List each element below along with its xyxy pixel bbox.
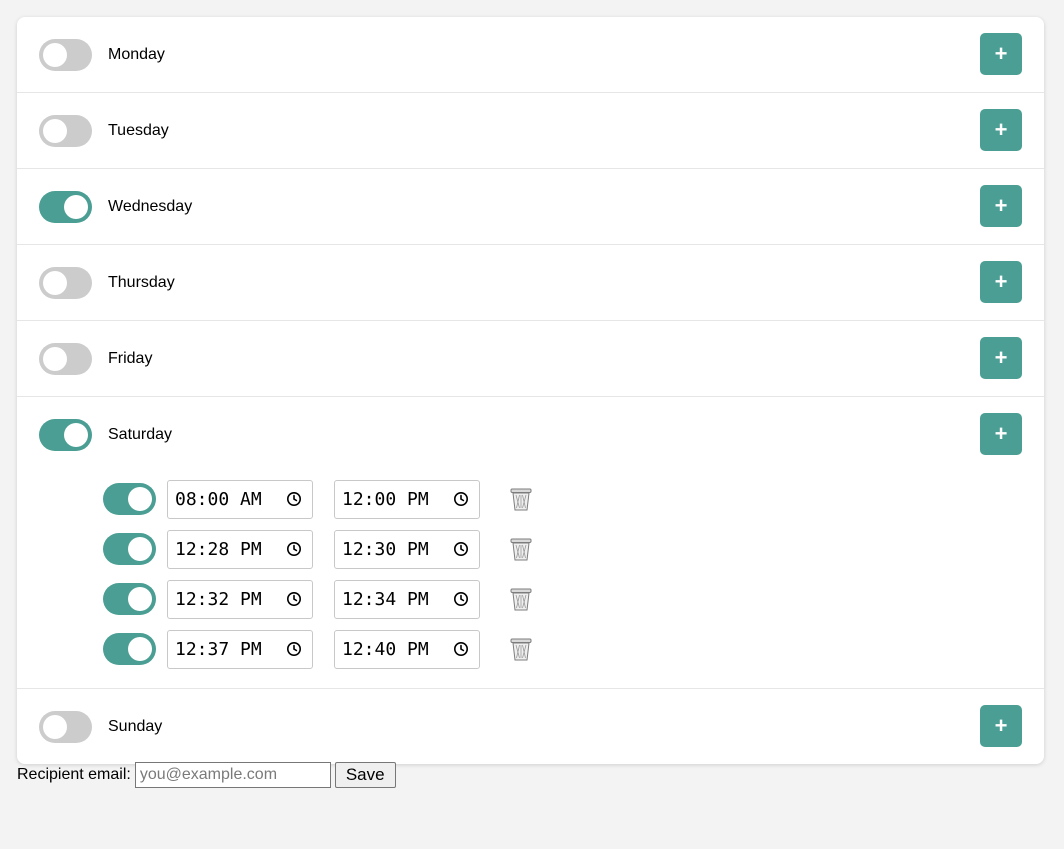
day-toggle-saturday[interactable]	[39, 418, 92, 451]
start-time-value: 12:37 PM	[175, 638, 262, 660]
slot-toggle[interactable]	[103, 633, 156, 665]
end-time-input[interactable]: 12:40 PM	[334, 629, 480, 669]
day-header: Saturday +	[17, 397, 1044, 472]
day-label: Tuesday	[108, 121, 169, 139]
clock-icon[interactable]	[286, 491, 302, 507]
day-toggle-monday[interactable]	[39, 38, 92, 71]
day-sunday: Sunday +	[17, 689, 1044, 764]
end-time-input[interactable]: 12:30 PM	[334, 529, 480, 569]
add-slot-button-tuesday[interactable]: +	[980, 109, 1022, 151]
schedule-card: Monday + Tuesday + Wednesday + Thursday …	[17, 17, 1044, 764]
day-toggle-tuesday[interactable]	[39, 114, 92, 147]
start-time-value: 12:28 PM	[175, 538, 262, 560]
email-input[interactable]	[134, 762, 331, 788]
start-time-input[interactable]: 12:37 PM	[167, 629, 313, 669]
day-label: Friday	[108, 349, 153, 367]
day-label: Wednesday	[108, 197, 193, 215]
day-label: Thursday	[108, 273, 175, 291]
time-slot-list: 08:00 AM 12:00 PM 12:28 PM 12:30 PM 12:3…	[17, 472, 1044, 688]
end-time-input[interactable]: 12:34 PM	[334, 579, 480, 619]
trash-icon[interactable]	[508, 636, 534, 662]
day-friday: Friday +	[17, 321, 1044, 397]
day-thursday: Thursday +	[17, 245, 1044, 321]
toggle-knob	[43, 714, 67, 739]
toggle-knob	[43, 346, 67, 371]
toggle-knob	[64, 194, 88, 219]
add-slot-button-sunday[interactable]: +	[980, 705, 1022, 747]
day-monday: Monday +	[17, 17, 1044, 93]
toggle-knob	[128, 537, 152, 561]
day-wednesday: Wednesday +	[17, 169, 1044, 245]
add-slot-button-thursday[interactable]: +	[980, 261, 1022, 303]
start-time-input[interactable]: 08:00 AM	[167, 479, 313, 519]
day-tuesday: Tuesday +	[17, 93, 1044, 169]
slot-toggle[interactable]	[103, 483, 156, 515]
day-saturday: Saturday + 08:00 AM 12:00 PM 12:28 PM 12…	[17, 397, 1044, 689]
toggle-knob	[128, 637, 152, 661]
slot-toggle[interactable]	[103, 583, 156, 615]
clock-icon[interactable]	[453, 641, 469, 657]
trash-icon[interactable]	[508, 486, 534, 512]
day-toggle-thursday[interactable]	[39, 266, 92, 299]
end-time-input[interactable]: 12:00 PM	[334, 479, 480, 519]
day-label: Saturday	[108, 425, 173, 443]
toggle-knob	[64, 422, 88, 447]
time-slot: 12:32 PM 12:34 PM	[17, 574, 1044, 624]
day-toggle-sunday[interactable]	[39, 710, 92, 743]
start-time-value: 12:32 PM	[175, 588, 262, 610]
add-slot-button-wednesday[interactable]: +	[980, 185, 1022, 227]
toggle-knob	[43, 118, 67, 143]
email-label: Recipient email:	[17, 766, 131, 783]
end-time-value: 12:30 PM	[342, 538, 429, 560]
clock-icon[interactable]	[453, 591, 469, 607]
start-time-value: 08:00 AM	[175, 488, 262, 510]
clock-icon[interactable]	[286, 541, 302, 557]
toggle-knob	[128, 487, 152, 511]
email-form: Recipient email: Save	[17, 762, 396, 788]
trash-icon[interactable]	[508, 536, 534, 562]
clock-icon[interactable]	[286, 591, 302, 607]
day-label: Sunday	[108, 717, 163, 735]
end-time-value: 12:40 PM	[342, 638, 429, 660]
end-time-value: 12:00 PM	[342, 488, 429, 510]
toggle-knob	[43, 270, 67, 295]
start-time-input[interactable]: 12:32 PM	[167, 579, 313, 619]
end-time-value: 12:34 PM	[342, 588, 429, 610]
day-header: Thursday +	[17, 245, 1044, 320]
toggle-knob	[128, 587, 152, 611]
day-label: Monday	[108, 45, 165, 63]
start-time-input[interactable]: 12:28 PM	[167, 529, 313, 569]
clock-icon[interactable]	[453, 491, 469, 507]
add-slot-button-friday[interactable]: +	[980, 337, 1022, 379]
day-header: Sunday +	[17, 689, 1044, 764]
day-header: Friday +	[17, 321, 1044, 396]
time-slot: 12:28 PM 12:30 PM	[17, 524, 1044, 574]
day-header: Tuesday +	[17, 93, 1044, 168]
add-slot-button-monday[interactable]: +	[980, 33, 1022, 75]
day-header: Monday +	[17, 17, 1044, 92]
time-slot: 12:37 PM 12:40 PM	[17, 624, 1044, 674]
clock-icon[interactable]	[286, 641, 302, 657]
trash-icon[interactable]	[508, 586, 534, 612]
toggle-knob	[43, 42, 67, 67]
clock-icon[interactable]	[453, 541, 469, 557]
day-toggle-friday[interactable]	[39, 342, 92, 375]
save-button[interactable]: Save	[334, 762, 396, 788]
day-header: Wednesday +	[17, 169, 1044, 244]
day-toggle-wednesday[interactable]	[39, 190, 92, 223]
slot-toggle[interactable]	[103, 533, 156, 565]
add-slot-button-saturday[interactable]: +	[980, 413, 1022, 455]
time-slot: 08:00 AM 12:00 PM	[17, 474, 1044, 524]
